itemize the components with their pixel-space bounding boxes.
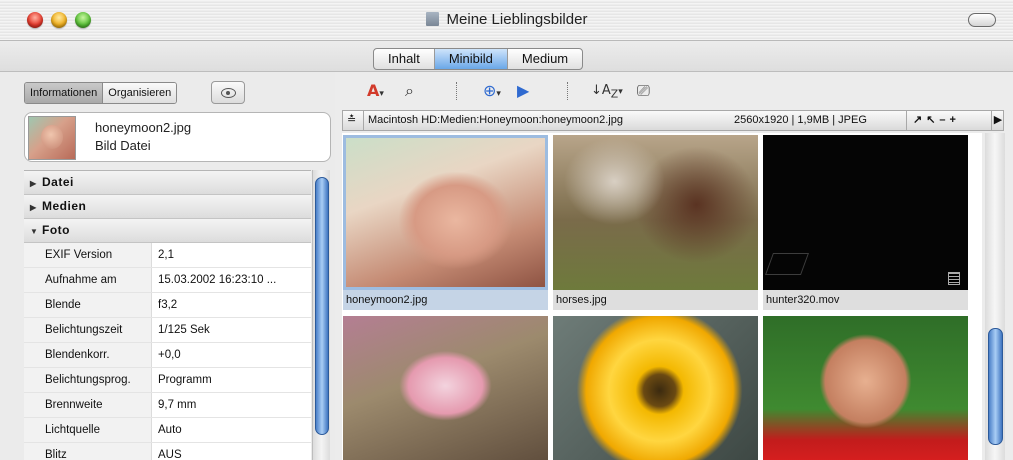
title-bar: Meine Lieblingsbilder: [0, 0, 1013, 41]
property-row[interactable]: Brennweite 9,7 mm: [24, 393, 311, 418]
thumbnail-caption: honeymoon2.jpg: [343, 290, 548, 310]
property-row[interactable]: Lichtquelle Auto: [24, 418, 311, 443]
thumbnail-image[interactable]: [763, 135, 968, 290]
section-label: Medien: [42, 199, 87, 213]
app-window: Meine Lieblingsbilder Inhalt Minibild Me…: [0, 0, 1013, 460]
thumbnail-item[interactable]: horses.jpg: [553, 135, 758, 310]
property-key: Blende: [24, 293, 152, 317]
pathbar-arrow-button[interactable]: ▶: [991, 111, 1004, 130]
tool-row: A▾ ⌕ ⊕▾ ▶ ↓AZ▾ ⎚: [335, 72, 1013, 110]
panel-tabs: Informationen Organisieren: [24, 82, 178, 104]
thumbnail-item[interactable]: honeymoon2.jpg: [343, 135, 548, 310]
thumbnail-image[interactable]: [343, 316, 548, 460]
section-medien[interactable]: ▶ Medien: [24, 195, 311, 219]
property-key: Lichtquelle: [24, 418, 152, 442]
thumbnail-image[interactable]: [343, 135, 548, 290]
file-path: Macintosh HD:Medien:Honeymoon:honeymoon2…: [363, 111, 623, 130]
property-value: 9,7 mm: [158, 399, 197, 411]
tab-informationen[interactable]: Informationen: [25, 83, 104, 103]
disclosure-closed-icon: ▶: [30, 179, 37, 188]
property-value: 1/125 Sek: [158, 324, 210, 336]
property-row[interactable]: Blitz AUS: [24, 443, 311, 460]
property-value: 2,1: [158, 249, 174, 261]
properties-scrollbar[interactable]: [312, 170, 330, 460]
sort-tool-icon[interactable]: ↓AZ▾: [591, 80, 623, 102]
view-toolbar: Inhalt Minibild Medium: [0, 41, 1013, 72]
tab-medium[interactable]: Medium: [508, 49, 582, 69]
property-key: Blitz: [24, 443, 152, 460]
zoom-tool-icon[interactable]: ⌕: [405, 80, 414, 102]
property-row[interactable]: Blende f3,2: [24, 293, 311, 318]
property-value: 15.03.2002 16:23:10 ...: [158, 274, 277, 286]
property-key: EXIF Version: [24, 243, 152, 267]
thumbnail-item[interactable]: hunter320.mov: [763, 135, 968, 310]
property-value: Programm: [158, 374, 212, 386]
thumbnail-image[interactable]: [553, 135, 758, 290]
file-name: honeymoon2.jpg: [95, 120, 192, 135]
thumbnail-item[interactable]: [343, 316, 548, 460]
eye-icon: [221, 88, 236, 98]
property-key: Blendenkorr.: [24, 343, 152, 367]
property-row[interactable]: Aufnahme am 15.03.2002 16:23:10 ...: [24, 268, 311, 293]
tab-organisieren[interactable]: Organisieren: [103, 83, 177, 103]
property-value: Auto: [158, 424, 182, 436]
preview-eye-button[interactable]: [211, 81, 245, 104]
toolbar-toggle-button[interactable]: [968, 13, 996, 27]
thumbnail-grid: honeymoon2.jpg horses.jpg hunter320.mov: [342, 133, 982, 460]
scrollbar-thumb[interactable]: [988, 328, 1003, 445]
window-title-text: Meine Lieblingsbilder: [446, 11, 588, 28]
thumbnail-caption: hunter320.mov: [763, 290, 968, 310]
property-row[interactable]: Blendenkorr. +0,0: [24, 343, 311, 368]
grid-scrollbar[interactable]: [985, 133, 1005, 460]
property-key: Aufnahme am: [24, 268, 152, 292]
property-key: Belichtungszeit: [24, 318, 152, 342]
disclosure-open-icon: ▼: [30, 227, 39, 236]
path-bar: ≛ Macintosh HD:Medien:Honeymoon:honeymoo…: [342, 110, 1004, 131]
property-key: Brennweite: [24, 393, 152, 417]
thumbnail-item[interactable]: [763, 316, 968, 460]
info-panel: Informationen Organisieren honeymoon2.jp…: [0, 72, 335, 460]
globe-tool-icon[interactable]: ⊕▾: [483, 80, 501, 102]
folder-icon: [425, 12, 439, 26]
property-row[interactable]: Belichtungsprog. Programm: [24, 368, 311, 393]
file-type: Bild Datei: [95, 138, 151, 153]
section-label: Foto: [42, 223, 70, 237]
property-key: Belichtungsprog.: [24, 368, 152, 392]
section-datei[interactable]: ▶ Datei: [24, 171, 311, 195]
disclosure-closed-icon: ▶: [30, 203, 37, 212]
movie-badge-icon: [948, 272, 960, 285]
toolbar-separator: [456, 82, 458, 100]
clapper-tool-icon[interactable]: ⎚: [637, 80, 650, 102]
scrollbar-thumb[interactable]: [315, 177, 329, 435]
thumbnail-image[interactable]: [553, 316, 758, 460]
property-value: +0,0: [158, 349, 181, 361]
property-value: AUS: [158, 449, 182, 460]
logo-mark: [764, 253, 810, 275]
slideshow-tool-icon[interactable]: ▶: [517, 80, 529, 102]
section-label: Datei: [42, 175, 74, 189]
property-row[interactable]: EXIF Version 2,1: [24, 243, 311, 268]
file-metadata: 2560x1920 | 1,9MB | JPEG: [734, 114, 867, 126]
file-thumbnail: [28, 116, 76, 160]
file-info-box: honeymoon2.jpg Bild Datei: [24, 112, 331, 162]
lock-icon[interactable]: ≛: [347, 111, 356, 130]
properties-list: ▶ Datei ▶ Medien ▼ Foto EXIF Version 2,1 Auf…: [24, 170, 311, 460]
text-tool-icon[interactable]: A▾: [367, 80, 384, 102]
zoom-controls[interactable]: ↗↖–+: [906, 111, 993, 130]
thumbnail-item[interactable]: [553, 316, 758, 460]
thumbnail-caption: horses.jpg: [553, 290, 758, 310]
property-row[interactable]: Belichtungszeit 1/125 Sek: [24, 318, 311, 343]
toolbar-separator: [567, 82, 569, 100]
section-foto[interactable]: ▼ Foto: [24, 219, 311, 243]
view-segmented-control: Inhalt Minibild Medium: [373, 48, 584, 70]
property-value: f3,2: [158, 299, 178, 311]
tab-minibild[interactable]: Minibild: [434, 49, 508, 69]
thumbnail-image[interactable]: [763, 316, 968, 460]
browser-panel: A▾ ⌕ ⊕▾ ▶ ↓AZ▾ ⎚ ≛ Macintosh HD:Medien:H…: [335, 72, 1013, 460]
tab-inhalt[interactable]: Inhalt: [374, 49, 435, 69]
window-title: Meine Lieblingsbilder: [0, 11, 1013, 28]
